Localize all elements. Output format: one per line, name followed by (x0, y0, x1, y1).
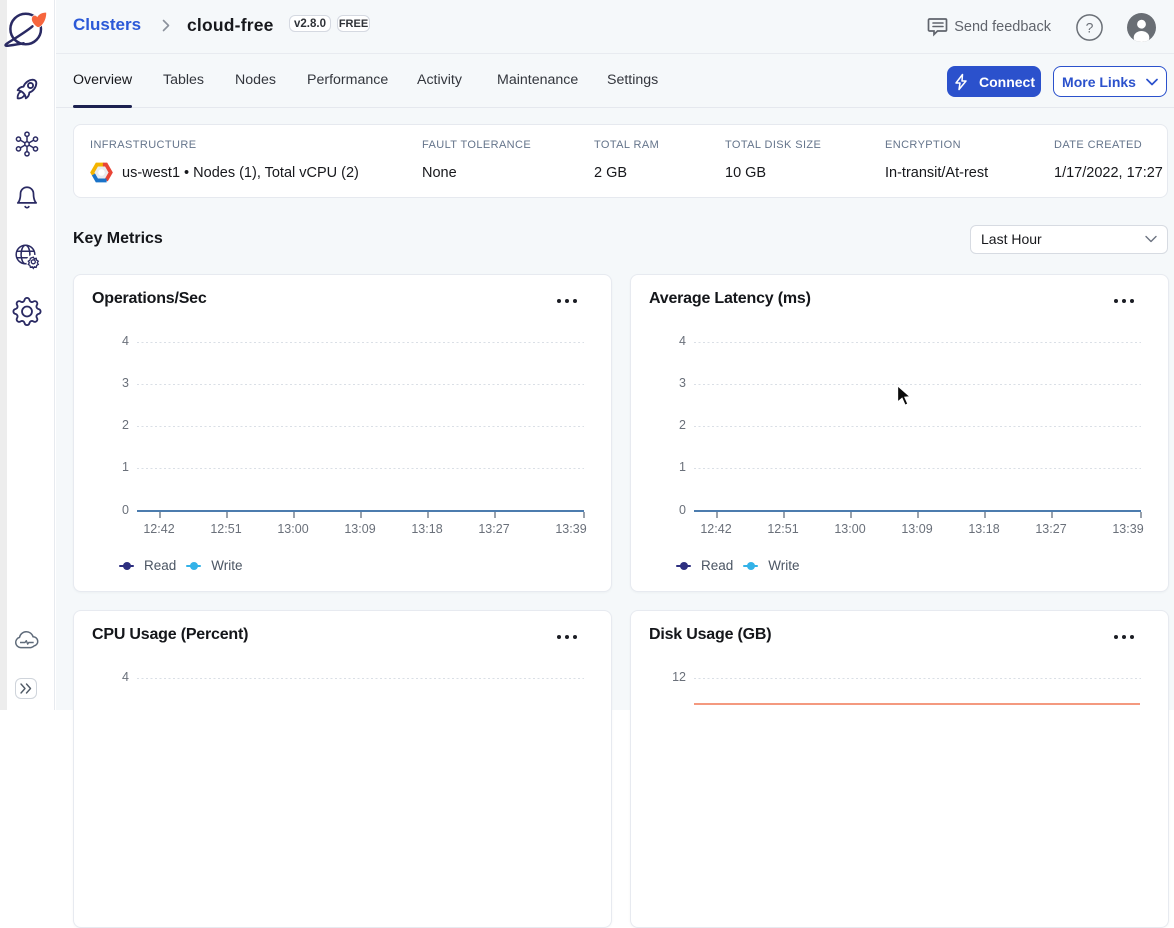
svg-text:?: ? (1086, 19, 1094, 35)
